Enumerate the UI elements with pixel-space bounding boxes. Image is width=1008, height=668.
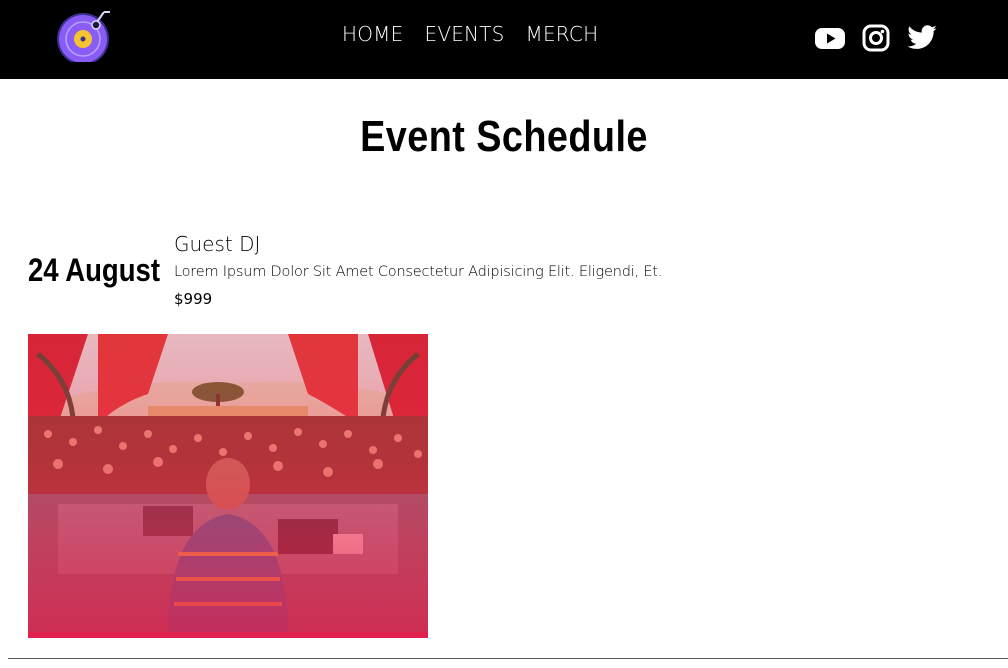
twitter-icon[interactable] <box>906 22 938 54</box>
event-price: $999 <box>174 290 213 308</box>
social-links <box>814 22 938 54</box>
instagram-icon[interactable] <box>860 22 892 54</box>
top-navbar: HOME EVENTS MERCH <box>0 0 1008 79</box>
page-title: Event Schedule <box>360 112 648 161</box>
nav-home-link[interactable]: HOME <box>342 22 403 46</box>
footer-divider <box>8 658 1008 659</box>
youtube-icon[interactable] <box>814 22 846 54</box>
event-photo <box>28 334 428 638</box>
event-description: Lorem Ipsum Dolor Sit Amet Consectetur A… <box>174 264 663 280</box>
event-info: Guest DJ Lorem Ipsum Dolor Sit Amet Cons… <box>174 230 662 310</box>
event-date: 24 August <box>28 252 161 288</box>
event-name: Guest DJ <box>174 232 261 256</box>
nav-merch-link[interactable]: MERCH <box>526 22 599 46</box>
nav-events-link[interactable]: EVENTS <box>424 22 504 46</box>
vinyl-logo-icon[interactable] <box>56 6 112 65</box>
main-nav: HOME EVENTS MERCH <box>342 22 598 46</box>
